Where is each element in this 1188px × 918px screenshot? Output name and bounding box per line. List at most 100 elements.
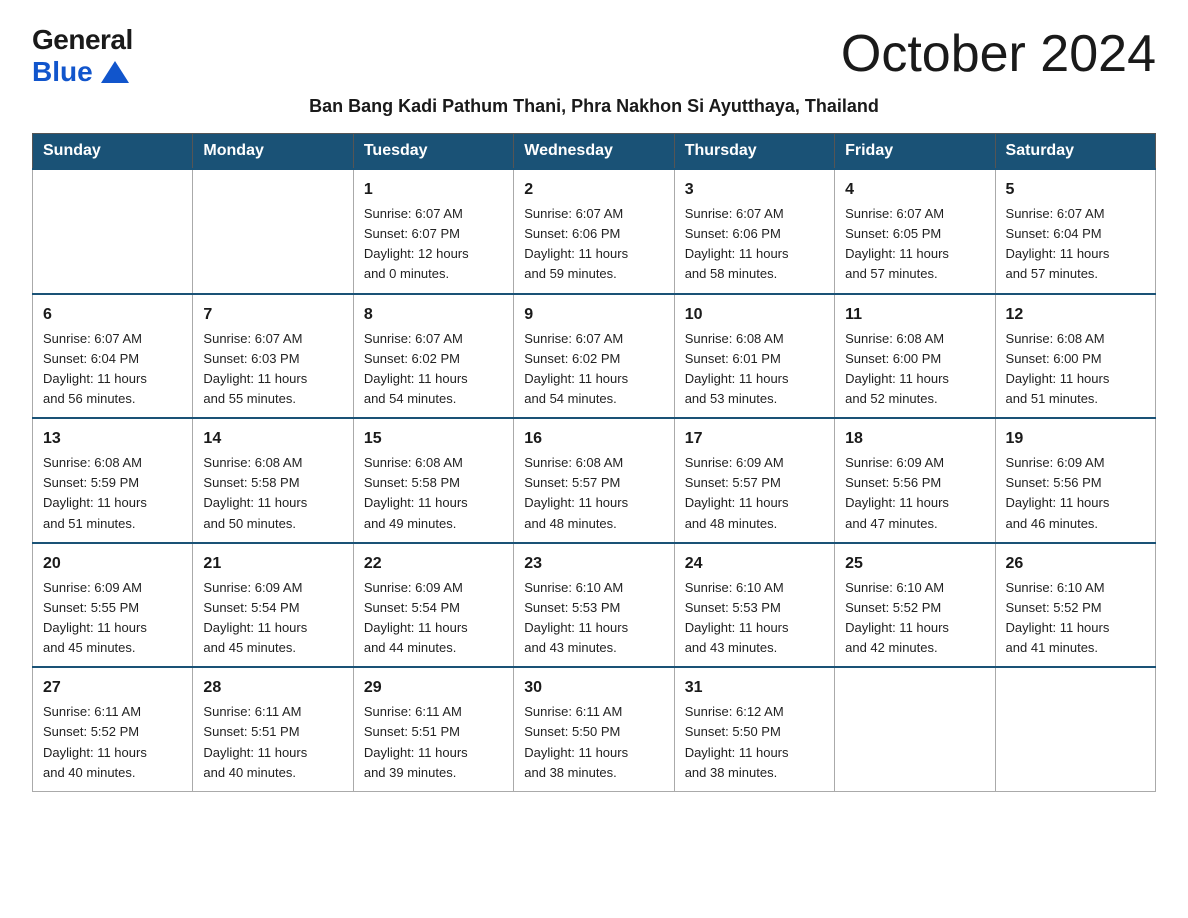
week-row-3: 13Sunrise: 6:08 AM Sunset: 5:59 PM Dayli…: [33, 418, 1156, 543]
day-info: Sunrise: 6:07 AM Sunset: 6:07 PM Dayligh…: [364, 204, 503, 285]
day-number: 2: [524, 178, 663, 202]
day-info: Sunrise: 6:11 AM Sunset: 5:50 PM Dayligh…: [524, 702, 663, 783]
day-info: Sunrise: 6:09 AM Sunset: 5:55 PM Dayligh…: [43, 578, 182, 659]
day-number: 31: [685, 676, 824, 700]
day-number: 15: [364, 427, 503, 451]
day-info: Sunrise: 6:08 AM Sunset: 6:01 PM Dayligh…: [685, 329, 824, 410]
day-number: 23: [524, 552, 663, 576]
day-number: 14: [203, 427, 342, 451]
day-info: Sunrise: 6:10 AM Sunset: 5:53 PM Dayligh…: [524, 578, 663, 659]
calendar-cell: 28Sunrise: 6:11 AM Sunset: 5:51 PM Dayli…: [193, 667, 353, 791]
calendar-cell: 23Sunrise: 6:10 AM Sunset: 5:53 PM Dayli…: [514, 543, 674, 668]
week-row-1: 1Sunrise: 6:07 AM Sunset: 6:07 PM Daylig…: [33, 169, 1156, 294]
day-number: 18: [845, 427, 984, 451]
day-number: 12: [1006, 303, 1145, 327]
calendar-cell: 16Sunrise: 6:08 AM Sunset: 5:57 PM Dayli…: [514, 418, 674, 543]
day-info: Sunrise: 6:07 AM Sunset: 6:05 PM Dayligh…: [845, 204, 984, 285]
day-info: Sunrise: 6:11 AM Sunset: 5:51 PM Dayligh…: [203, 702, 342, 783]
day-number: 28: [203, 676, 342, 700]
calendar-cell: 13Sunrise: 6:08 AM Sunset: 5:59 PM Dayli…: [33, 418, 193, 543]
calendar-cell: 25Sunrise: 6:10 AM Sunset: 5:52 PM Dayli…: [835, 543, 995, 668]
calendar-cell: 1Sunrise: 6:07 AM Sunset: 6:07 PM Daylig…: [353, 169, 513, 294]
day-info: Sunrise: 6:11 AM Sunset: 5:52 PM Dayligh…: [43, 702, 182, 783]
header-friday: Friday: [835, 134, 995, 170]
calendar-cell: 29Sunrise: 6:11 AM Sunset: 5:51 PM Dayli…: [353, 667, 513, 791]
calendar-cell: 26Sunrise: 6:10 AM Sunset: 5:52 PM Dayli…: [995, 543, 1155, 668]
day-number: 21: [203, 552, 342, 576]
calendar-cell: 22Sunrise: 6:09 AM Sunset: 5:54 PM Dayli…: [353, 543, 513, 668]
day-info: Sunrise: 6:12 AM Sunset: 5:50 PM Dayligh…: [685, 702, 824, 783]
calendar-cell: 27Sunrise: 6:11 AM Sunset: 5:52 PM Dayli…: [33, 667, 193, 791]
week-row-2: 6Sunrise: 6:07 AM Sunset: 6:04 PM Daylig…: [33, 294, 1156, 419]
logo-triangle-icon: [101, 61, 129, 83]
logo-general: General: [32, 24, 133, 56]
day-info: Sunrise: 6:09 AM Sunset: 5:56 PM Dayligh…: [845, 453, 984, 534]
day-info: Sunrise: 6:08 AM Sunset: 5:58 PM Dayligh…: [203, 453, 342, 534]
day-number: 24: [685, 552, 824, 576]
day-info: Sunrise: 6:08 AM Sunset: 5:58 PM Dayligh…: [364, 453, 503, 534]
calendar: SundayMondayTuesdayWednesdayThursdayFrid…: [32, 133, 1156, 792]
header-tuesday: Tuesday: [353, 134, 513, 170]
calendar-cell: 20Sunrise: 6:09 AM Sunset: 5:55 PM Dayli…: [33, 543, 193, 668]
day-info: Sunrise: 6:08 AM Sunset: 6:00 PM Dayligh…: [1006, 329, 1145, 410]
calendar-cell: 19Sunrise: 6:09 AM Sunset: 5:56 PM Dayli…: [995, 418, 1155, 543]
logo-blue: Blue: [32, 56, 129, 88]
day-number: 10: [685, 303, 824, 327]
calendar-cell: 3Sunrise: 6:07 AM Sunset: 6:06 PM Daylig…: [674, 169, 834, 294]
day-number: 11: [845, 303, 984, 327]
day-info: Sunrise: 6:10 AM Sunset: 5:52 PM Dayligh…: [845, 578, 984, 659]
day-info: Sunrise: 6:07 AM Sunset: 6:03 PM Dayligh…: [203, 329, 342, 410]
header-row: SundayMondayTuesdayWednesdayThursdayFrid…: [33, 134, 1156, 170]
calendar-cell: [835, 667, 995, 791]
day-number: 22: [364, 552, 503, 576]
day-number: 3: [685, 178, 824, 202]
header-saturday: Saturday: [995, 134, 1155, 170]
day-info: Sunrise: 6:07 AM Sunset: 6:04 PM Dayligh…: [1006, 204, 1145, 285]
day-number: 19: [1006, 427, 1145, 451]
day-number: 5: [1006, 178, 1145, 202]
header-wednesday: Wednesday: [514, 134, 674, 170]
day-number: 29: [364, 676, 503, 700]
day-info: Sunrise: 6:07 AM Sunset: 6:04 PM Dayligh…: [43, 329, 182, 410]
week-row-5: 27Sunrise: 6:11 AM Sunset: 5:52 PM Dayli…: [33, 667, 1156, 791]
day-number: 26: [1006, 552, 1145, 576]
day-info: Sunrise: 6:08 AM Sunset: 5:59 PM Dayligh…: [43, 453, 182, 534]
calendar-cell: 8Sunrise: 6:07 AM Sunset: 6:02 PM Daylig…: [353, 294, 513, 419]
calendar-cell: 6Sunrise: 6:07 AM Sunset: 6:04 PM Daylig…: [33, 294, 193, 419]
calendar-cell: 21Sunrise: 6:09 AM Sunset: 5:54 PM Dayli…: [193, 543, 353, 668]
calendar-cell: 15Sunrise: 6:08 AM Sunset: 5:58 PM Dayli…: [353, 418, 513, 543]
day-info: Sunrise: 6:07 AM Sunset: 6:06 PM Dayligh…: [524, 204, 663, 285]
calendar-cell: 5Sunrise: 6:07 AM Sunset: 6:04 PM Daylig…: [995, 169, 1155, 294]
header-thursday: Thursday: [674, 134, 834, 170]
calendar-cell: 7Sunrise: 6:07 AM Sunset: 6:03 PM Daylig…: [193, 294, 353, 419]
day-info: Sunrise: 6:10 AM Sunset: 5:52 PM Dayligh…: [1006, 578, 1145, 659]
calendar-cell: 24Sunrise: 6:10 AM Sunset: 5:53 PM Dayli…: [674, 543, 834, 668]
calendar-cell: 2Sunrise: 6:07 AM Sunset: 6:06 PM Daylig…: [514, 169, 674, 294]
calendar-cell: 30Sunrise: 6:11 AM Sunset: 5:50 PM Dayli…: [514, 667, 674, 791]
calendar-cell: 10Sunrise: 6:08 AM Sunset: 6:01 PM Dayli…: [674, 294, 834, 419]
calendar-cell: 14Sunrise: 6:08 AM Sunset: 5:58 PM Dayli…: [193, 418, 353, 543]
calendar-cell: [193, 169, 353, 294]
day-info: Sunrise: 6:09 AM Sunset: 5:54 PM Dayligh…: [364, 578, 503, 659]
day-info: Sunrise: 6:07 AM Sunset: 6:02 PM Dayligh…: [364, 329, 503, 410]
day-number: 8: [364, 303, 503, 327]
week-row-4: 20Sunrise: 6:09 AM Sunset: 5:55 PM Dayli…: [33, 543, 1156, 668]
calendar-cell: 18Sunrise: 6:09 AM Sunset: 5:56 PM Dayli…: [835, 418, 995, 543]
day-info: Sunrise: 6:09 AM Sunset: 5:57 PM Dayligh…: [685, 453, 824, 534]
day-info: Sunrise: 6:11 AM Sunset: 5:51 PM Dayligh…: [364, 702, 503, 783]
day-info: Sunrise: 6:07 AM Sunset: 6:02 PM Dayligh…: [524, 329, 663, 410]
header: General Blue October 2024: [32, 24, 1156, 88]
day-info: Sunrise: 6:08 AM Sunset: 5:57 PM Dayligh…: [524, 453, 663, 534]
day-info: Sunrise: 6:09 AM Sunset: 5:54 PM Dayligh…: [203, 578, 342, 659]
day-number: 16: [524, 427, 663, 451]
calendar-cell: 11Sunrise: 6:08 AM Sunset: 6:00 PM Dayli…: [835, 294, 995, 419]
day-number: 27: [43, 676, 182, 700]
header-sunday: Sunday: [33, 134, 193, 170]
day-number: 30: [524, 676, 663, 700]
calendar-cell: 9Sunrise: 6:07 AM Sunset: 6:02 PM Daylig…: [514, 294, 674, 419]
calendar-cell: [995, 667, 1155, 791]
day-number: 13: [43, 427, 182, 451]
calendar-cell: 31Sunrise: 6:12 AM Sunset: 5:50 PM Dayli…: [674, 667, 834, 791]
day-info: Sunrise: 6:07 AM Sunset: 6:06 PM Dayligh…: [685, 204, 824, 285]
day-number: 9: [524, 303, 663, 327]
